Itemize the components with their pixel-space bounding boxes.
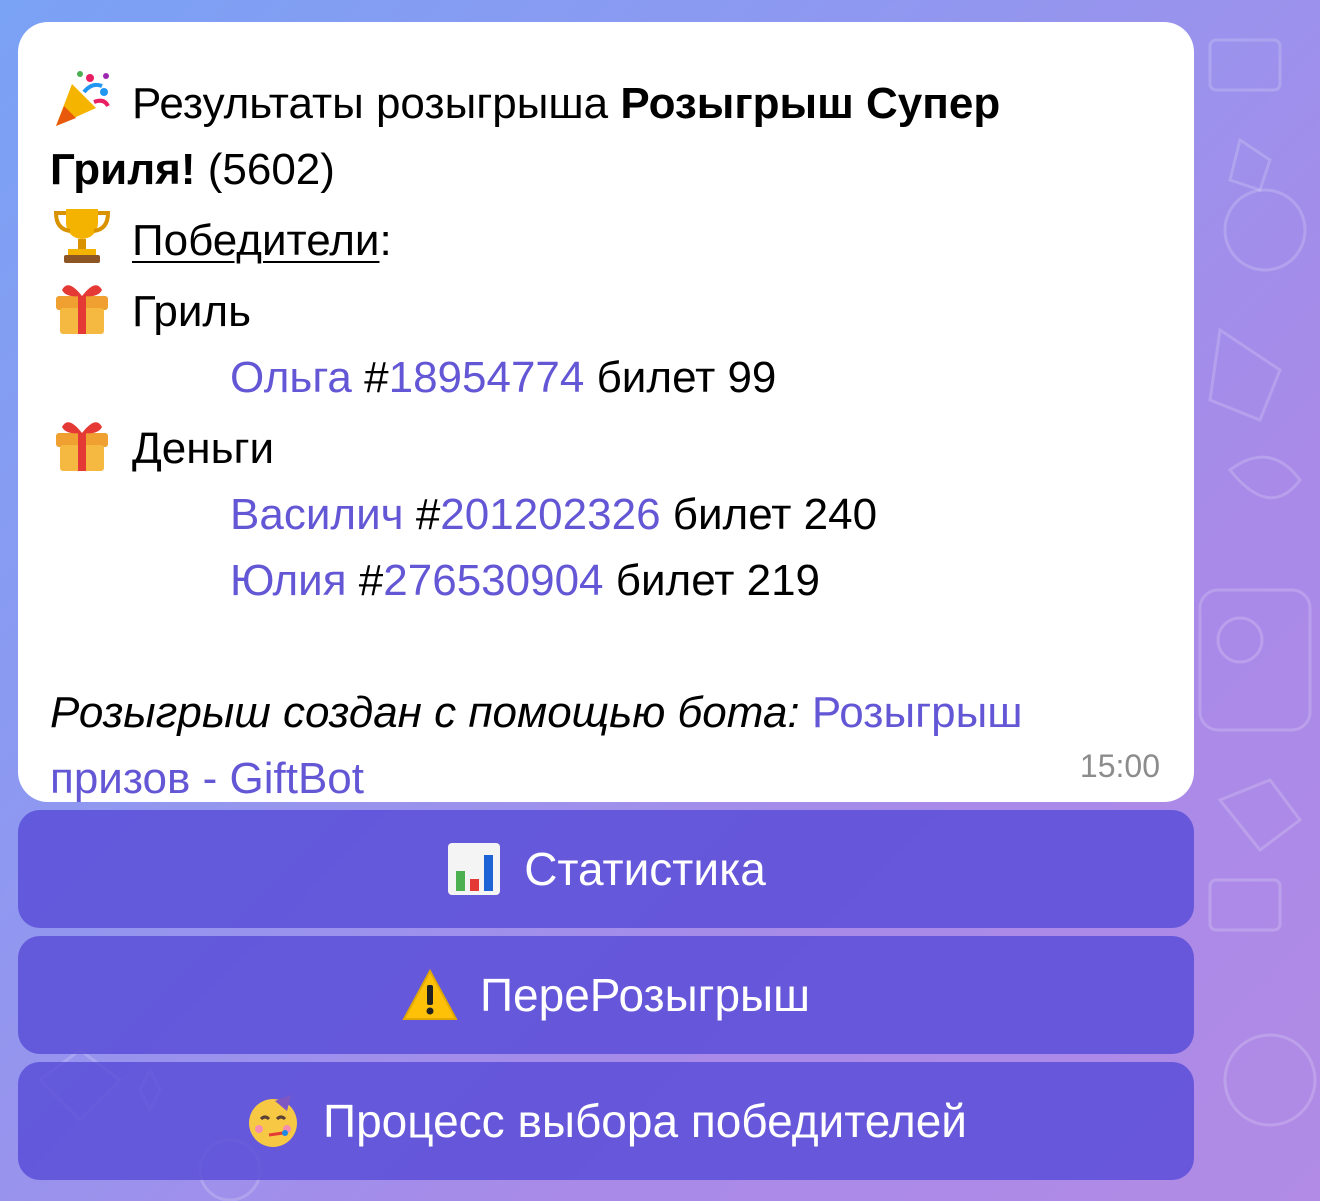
winner-hash: # [364, 353, 389, 402]
raffle-name: Розыгрыш Супер [620, 79, 1001, 128]
message-title-line: Результаты розыгрыша Розыгрыш Супер [50, 66, 1158, 137]
stats-button-label: Статистика [524, 843, 766, 895]
prize-name: Гриль [132, 287, 252, 336]
winners-label: Победители [132, 216, 380, 265]
winner-ticket: билет 99 [596, 353, 777, 402]
winner-id-link[interactable]: 18954774 [389, 353, 585, 402]
prize-row: Гриль [50, 274, 1158, 345]
winners-colon: : [379, 216, 392, 265]
winner-id-link[interactable]: 201202326 [440, 490, 660, 539]
process-button[interactable]: Процесс выбора победителей [18, 1062, 1194, 1180]
footer-italic: Розыгрыш создан с помощью бота: [50, 688, 800, 737]
winner-ticket: билет 219 [615, 556, 821, 605]
redraw-button-label: ПереРозыгрыш [479, 969, 811, 1021]
message-bubble: Результаты розыгрыша Розыгрыш Супер Грил… [18, 22, 1194, 803]
raffle-name-cont: Гриля! [50, 145, 196, 194]
prize-name: Деньги [132, 424, 275, 473]
message-time: 15:00 [1079, 748, 1160, 784]
winner-hash: # [358, 556, 384, 605]
prize-row: Деньги [50, 411, 1158, 482]
winner-hash: # [415, 490, 441, 539]
bar-chart-icon [448, 843, 501, 895]
winner-row: Василич #201202326 билет 240 [50, 482, 1158, 548]
winners-heading: Победители: [50, 203, 1158, 274]
message-title-line-2: Гриля! (5602) [50, 137, 1158, 203]
redraw-button[interactable]: ПереРозыгрыш [18, 936, 1194, 1054]
raffle-id: (5602) [207, 145, 335, 194]
trophy-icon [53, 209, 111, 263]
winner-id-link[interactable]: 276530904 [383, 556, 603, 605]
winner-name-link[interactable]: Василич [230, 490, 404, 539]
warning-icon [402, 968, 458, 1020]
title-prefix: Результаты розыгрыша [132, 79, 609, 128]
process-button-label: Процесс выбора победителей [323, 1095, 967, 1147]
winner-name-link[interactable]: Юлия [230, 556, 347, 605]
partying-face-icon [249, 1095, 298, 1147]
stats-button[interactable]: Статистика [18, 810, 1194, 928]
gift-icon [56, 285, 108, 334]
winner-row: Ольга #18954774 билет 99 [50, 345, 1158, 411]
footer-text: Розыгрыш создан с помощью бота: Розыгрыш… [50, 680, 1158, 812]
party-popper-icon [56, 71, 110, 126]
gift-icon [56, 422, 108, 471]
winner-name-link[interactable]: Ольга [230, 353, 352, 402]
winner-row: Юлия #276530904 билет 219 [50, 548, 1158, 614]
winner-ticket: билет 240 [672, 490, 878, 539]
